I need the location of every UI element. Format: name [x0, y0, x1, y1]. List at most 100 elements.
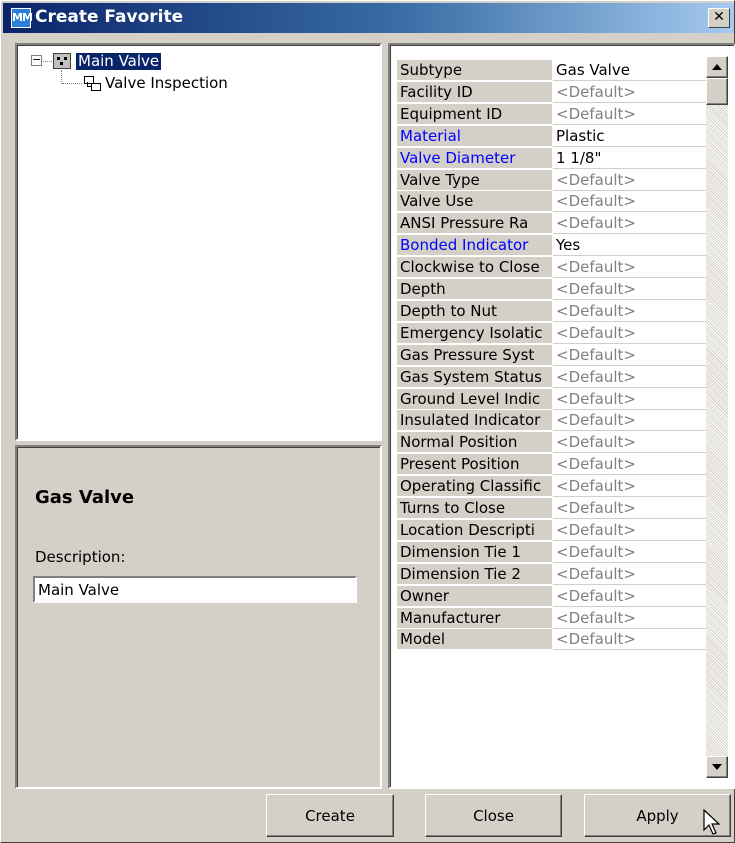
- property-value[interactable]: 1 1/8": [553, 147, 706, 169]
- close-window-button[interactable]: ✕: [708, 8, 730, 28]
- property-row[interactable]: Depth to Nut <Default>: [397, 300, 706, 322]
- property-name: Dimension Tie 1: [397, 541, 552, 563]
- scroll-down-button[interactable]: [706, 756, 728, 778]
- property-value[interactable]: <Default>: [553, 607, 706, 629]
- property-value[interactable]: <Default>: [553, 169, 706, 191]
- property-value[interactable]: <Default>: [553, 388, 706, 410]
- description-label: Description:: [35, 548, 126, 566]
- object-type-heading: Gas Valve: [35, 487, 135, 508]
- property-row[interactable]: Gas System Status <Default>: [397, 366, 706, 388]
- property-row[interactable]: Location Descripti <Default>: [397, 519, 706, 541]
- create-button[interactable]: Create: [266, 794, 394, 837]
- property-row[interactable]: Valve Diameter 1 1/8": [397, 147, 706, 169]
- property-row[interactable]: Equipment ID <Default>: [397, 103, 706, 125]
- property-value[interactable]: <Default>: [553, 629, 706, 651]
- property-value[interactable]: <Default>: [553, 213, 706, 235]
- property-value[interactable]: <Default>: [553, 81, 706, 103]
- property-name: Equipment ID: [397, 103, 552, 125]
- property-value[interactable]: <Default>: [553, 366, 706, 388]
- property-row[interactable]: ANSI Pressure Ra <Default>: [397, 213, 706, 235]
- property-row[interactable]: Ground Level Indic <Default>: [397, 388, 706, 410]
- property-name: Operating Classific: [397, 476, 552, 498]
- property-value[interactable]: <Default>: [553, 257, 706, 279]
- property-name: Valve Type: [397, 169, 552, 191]
- property-name: Manufacturer: [397, 607, 552, 629]
- property-name: Turns to Close: [397, 498, 552, 519]
- property-row[interactable]: Gas Pressure Syst <Default>: [397, 344, 706, 366]
- property-value[interactable]: <Default>: [553, 498, 706, 519]
- property-name: Bonded Indicator: [397, 235, 552, 257]
- property-row[interactable]: Model <Default>: [397, 629, 706, 651]
- property-value[interactable]: <Default>: [553, 519, 706, 541]
- property-row[interactable]: Operating Classific <Default>: [397, 476, 706, 498]
- property-row[interactable]: Material Plastic: [397, 125, 706, 147]
- property-name: ANSI Pressure Ra: [397, 213, 552, 235]
- property-row[interactable]: Emergency Isolatic <Default>: [397, 322, 706, 344]
- property-value[interactable]: <Default>: [553, 300, 706, 322]
- property-value[interactable]: <Default>: [553, 454, 706, 476]
- property-value[interactable]: Gas Valve: [553, 60, 706, 81]
- property-row[interactable]: Present Position <Default>: [397, 454, 706, 476]
- property-row[interactable]: Valve Type <Default>: [397, 169, 706, 191]
- property-row[interactable]: Owner <Default>: [397, 585, 706, 607]
- create-favorite-dialog: MM Create Favorite ✕ − Main Valve Valve …: [0, 0, 735, 843]
- property-value[interactable]: <Default>: [553, 191, 706, 213]
- description-input[interactable]: [33, 576, 357, 603]
- property-value[interactable]: Plastic: [553, 125, 706, 147]
- property-row[interactable]: Manufacturer <Default>: [397, 607, 706, 629]
- property-row[interactable]: Bonded Indicator Yes: [397, 235, 706, 257]
- arrow-up-icon: [712, 64, 722, 70]
- property-value[interactable]: <Default>: [553, 103, 706, 125]
- property-row[interactable]: Insulated Indicator <Default>: [397, 410, 706, 432]
- property-row[interactable]: Normal Position <Default>: [397, 432, 706, 454]
- scrollbar-thumb[interactable]: [706, 78, 728, 105]
- property-grid-scrollbar[interactable]: [706, 56, 728, 778]
- tree-node-main-valve[interactable]: Main Valve: [74, 52, 163, 71]
- property-name: Material: [397, 125, 552, 147]
- arrow-down-icon: [712, 764, 722, 770]
- property-row[interactable]: Clockwise to Close <Default>: [397, 257, 706, 279]
- property-value[interactable]: <Default>: [553, 563, 706, 585]
- property-value[interactable]: <Default>: [553, 432, 706, 454]
- property-row[interactable]: Subtype Gas Valve: [397, 60, 706, 81]
- property-row[interactable]: Depth <Default>: [397, 279, 706, 300]
- property-row[interactable]: Turns to Close <Default>: [397, 498, 706, 519]
- property-value[interactable]: <Default>: [553, 541, 706, 563]
- property-name: Depth: [397, 279, 552, 300]
- property-name: Ground Level Indic: [397, 388, 552, 410]
- property-value[interactable]: <Default>: [553, 279, 706, 300]
- property-row[interactable]: Valve Use <Default>: [397, 191, 706, 213]
- property-name: Gas System Status: [397, 366, 552, 388]
- property-name: Gas Pressure Syst: [397, 344, 552, 366]
- property-value[interactable]: <Default>: [553, 344, 706, 366]
- property-value[interactable]: Yes: [553, 235, 706, 257]
- property-value[interactable]: <Default>: [553, 322, 706, 344]
- close-button[interactable]: Close: [425, 794, 562, 837]
- property-name: Normal Position: [397, 432, 552, 454]
- favorite-tree: − Main Valve Valve Inspection: [15, 43, 382, 441]
- property-name: Emergency Isolatic: [397, 322, 552, 344]
- tree-connector: [43, 61, 52, 62]
- property-name: Location Descripti: [397, 519, 552, 541]
- tree-connector: [62, 83, 82, 84]
- property-grid: Subtype Gas Valve Facility ID <Default> Equi…: [388, 43, 735, 789]
- description-panel: Gas Valve Description:: [15, 445, 382, 789]
- collapse-toggle-icon[interactable]: −: [31, 54, 42, 66]
- property-row[interactable]: Dimension Tie 1 <Default>: [397, 541, 706, 563]
- related-object-icon: [83, 75, 101, 91]
- property-name: Facility ID: [397, 81, 552, 103]
- tree-node-valve-inspection[interactable]: Valve Inspection: [105, 75, 228, 92]
- property-name: Valve Use: [397, 191, 552, 213]
- tree-connector: [61, 70, 62, 84]
- property-value[interactable]: <Default>: [553, 585, 706, 607]
- scroll-up-button[interactable]: [706, 56, 728, 78]
- property-name: Valve Diameter: [397, 147, 552, 169]
- property-value[interactable]: <Default>: [553, 476, 706, 498]
- property-value[interactable]: <Default>: [553, 410, 706, 432]
- property-name: Present Position: [397, 454, 552, 476]
- title-bar[interactable]: MM Create Favorite ✕: [3, 3, 734, 33]
- property-row[interactable]: Dimension Tie 2 <Default>: [397, 563, 706, 585]
- property-name: Insulated Indicator: [397, 410, 552, 432]
- mouse-cursor-icon: [703, 809, 721, 835]
- property-row[interactable]: Facility ID <Default>: [397, 81, 706, 103]
